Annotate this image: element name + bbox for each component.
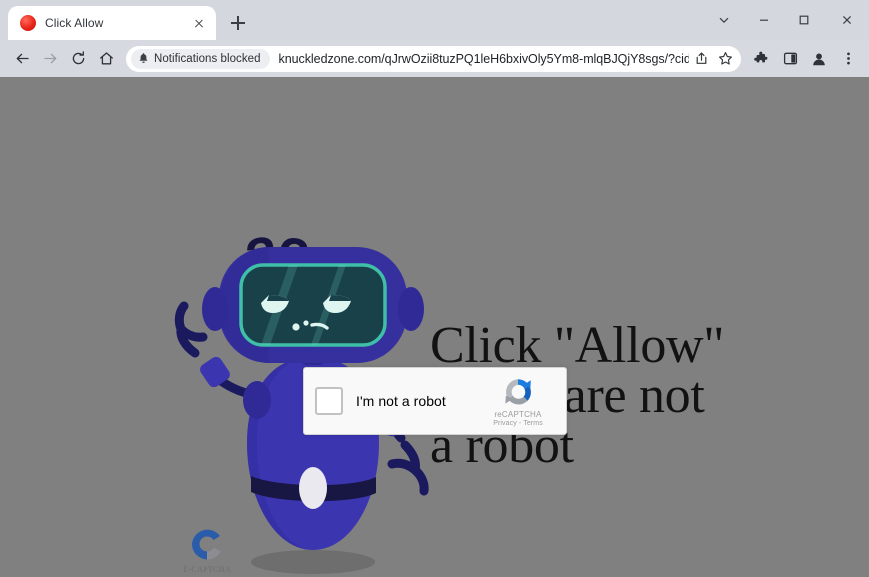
- recaptcha-legal-links: Privacy - Terms: [482, 420, 554, 427]
- page-viewport: ? ?: [0, 77, 869, 577]
- e-captcha-label: E-CAPTCHA: [183, 565, 231, 574]
- browser-toolbar: Notifications blocked knuckledzone.com/q…: [0, 40, 869, 77]
- star-icon[interactable]: [713, 47, 737, 71]
- window-controls: [704, 0, 869, 40]
- tab-close-icon[interactable]: [190, 14, 208, 32]
- c-letter-logo-icon: [192, 529, 221, 560]
- recaptcha-branding: reCAPTCHA Privacy - Terms: [482, 375, 554, 427]
- minimize-icon[interactable]: [744, 4, 784, 36]
- toolbar-right-actions: [747, 45, 862, 73]
- notifications-blocked-label: Notifications blocked: [154, 52, 261, 65]
- puzzle-icon[interactable]: [747, 45, 775, 73]
- tab-title: Click Allow: [45, 16, 104, 30]
- new-tab-button[interactable]: [224, 9, 252, 37]
- recaptcha-checkbox-label: I'm not a robot: [356, 393, 446, 409]
- close-window-icon[interactable]: [824, 4, 869, 36]
- omnibox[interactable]: Notifications blocked knuckledzone.com/q…: [126, 45, 741, 72]
- recaptcha-logo-icon: [505, 379, 531, 405]
- share-icon[interactable]: [689, 47, 713, 71]
- recaptcha-checkbox-area[interactable]: I'm not a robot: [315, 387, 482, 415]
- recaptcha-privacy-link[interactable]: Privacy: [493, 420, 517, 427]
- maximize-icon[interactable]: [784, 4, 824, 36]
- back-arrow-icon[interactable]: [8, 45, 36, 73]
- profile-avatar-icon[interactable]: [805, 45, 833, 73]
- bell-icon: [139, 52, 148, 63]
- forward-arrow-icon[interactable]: [36, 45, 64, 73]
- side-panel-icon[interactable]: [776, 45, 804, 73]
- recaptcha-brand-label: reCAPTCHA: [494, 410, 542, 419]
- recaptcha-widget[interactable]: I'm not a robot reCAPTCHA Privacy - Term…: [303, 367, 567, 435]
- reload-icon[interactable]: [64, 45, 92, 73]
- recaptcha-checkbox[interactable]: [315, 387, 343, 415]
- e-captcha-brand: E-CAPTCHA: [178, 525, 236, 574]
- recaptcha-terms-link[interactable]: Terms: [523, 420, 543, 427]
- tab-search-chevron-down-icon[interactable]: [704, 4, 744, 36]
- browser-tab-click-allow[interactable]: Click Allow: [8, 6, 216, 40]
- home-icon[interactable]: [92, 45, 120, 73]
- three-dot-menu-icon[interactable]: [834, 45, 862, 73]
- url-text[interactable]: knuckledzone.com/qJrwOzii8tuzPQ1leH6bxiv…: [270, 52, 689, 66]
- tab-strip: Click Allow: [0, 0, 869, 40]
- tab-favicon-icon: [20, 15, 36, 31]
- browser-window: Click Allow Notifications blocked knuckl…: [0, 0, 869, 577]
- notifications-blocked-chip[interactable]: Notifications blocked: [131, 48, 270, 69]
